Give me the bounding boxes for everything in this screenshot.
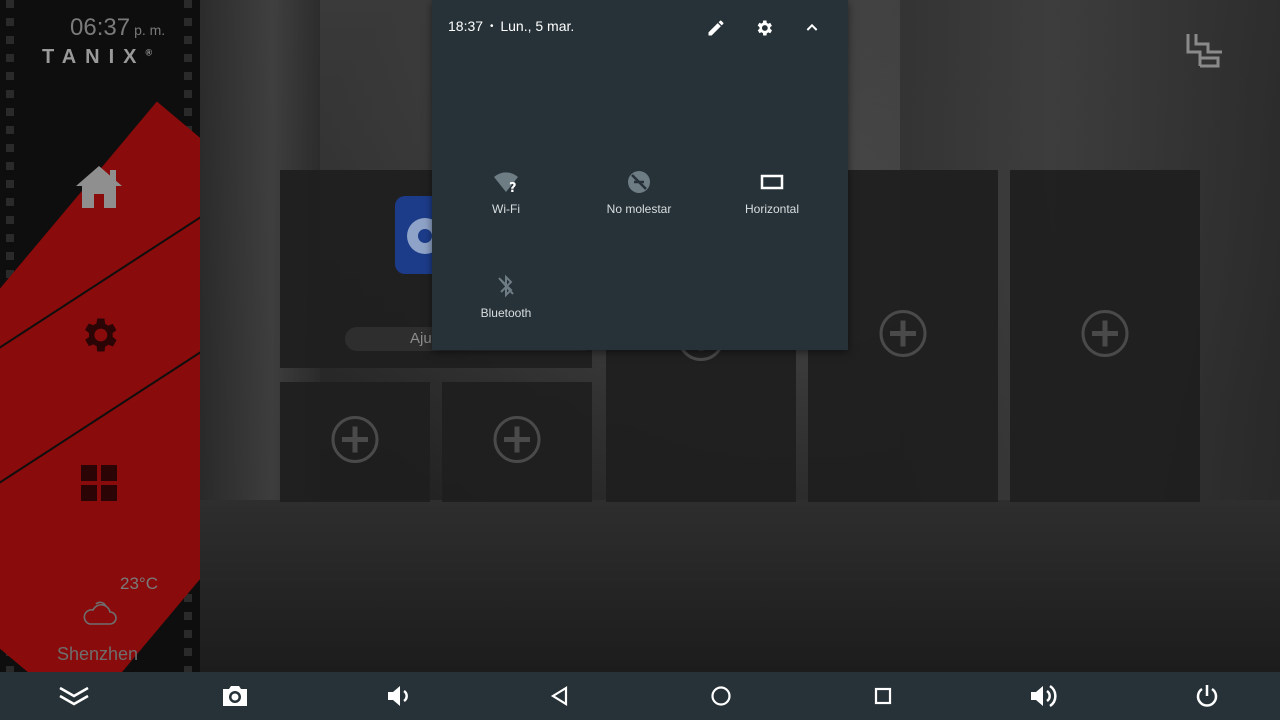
plus-circle-icon (492, 415, 542, 470)
clock-ampm: p. m. (134, 22, 166, 38)
tile-empty[interactable] (280, 382, 430, 502)
brand-logo: TANIX® (42, 46, 152, 69)
qs-tile-label: Horizontal (744, 202, 800, 216)
svg-text:?: ? (509, 181, 517, 194)
volume-down-icon[interactable] (382, 680, 414, 712)
power-icon[interactable] (1191, 680, 1223, 712)
home-circle-icon[interactable] (705, 680, 737, 712)
pencil-icon[interactable] (704, 16, 728, 40)
plus-circle-icon (878, 309, 928, 364)
gear-icon[interactable] (752, 16, 776, 40)
qs-tile-rotation[interactable]: Horizontal (712, 168, 832, 216)
qs-separator: • (489, 21, 494, 32)
tile-empty[interactable] (442, 382, 592, 502)
expand-down-icon[interactable] (58, 680, 90, 712)
network-hierarchy-icon[interactable] (1184, 30, 1226, 70)
wallpaper-street (200, 500, 1280, 672)
launcher-sidebar: 06:37 p. m. TANIX® 23°C Shenzhen (0, 0, 200, 672)
weather-city: Shenzhen (57, 644, 139, 664)
quick-settings-panel: 18:37 • Lun., 5 mar. ? Wi-Fi No molestar (432, 0, 848, 350)
qs-tile-do-not-disturb[interactable]: No molestar (579, 168, 699, 216)
wifi-unknown-icon: ? (446, 168, 566, 196)
qs-tile-label: No molestar (606, 202, 672, 216)
qs-tile-label: Bluetooth (480, 306, 532, 320)
volume-up-icon[interactable] (1028, 680, 1060, 712)
home-icon[interactable] (72, 160, 126, 214)
plus-circle-icon (1080, 309, 1130, 364)
cloud-icon (82, 598, 118, 628)
screenshot-camera-icon[interactable] (219, 680, 251, 712)
brand-name: TANIX (42, 46, 146, 68)
qs-tile-label: Wi-Fi (492, 202, 520, 216)
brand-registered-mark: ® (145, 47, 153, 58)
qs-tile-wifi[interactable]: ? Wi-Fi (446, 168, 566, 216)
tile-empty[interactable] (606, 314, 796, 502)
launcher-clock: 06:37 p. m. (70, 14, 165, 42)
weather-temperature: 23°C (120, 574, 158, 593)
landscape-rotation-icon (712, 168, 832, 196)
tile-empty[interactable] (1010, 170, 1200, 502)
chevron-up-icon[interactable] (800, 16, 824, 40)
back-icon[interactable] (544, 680, 576, 712)
plus-circle-icon (330, 415, 380, 470)
bottom-navigation-bar (0, 672, 1280, 720)
qs-tile-bluetooth[interactable]: Bluetooth (446, 272, 566, 320)
recents-square-icon[interactable] (867, 680, 899, 712)
do-not-disturb-icon (579, 168, 699, 196)
qs-time: 18:37 (448, 18, 484, 34)
gear-icon[interactable] (72, 308, 126, 362)
clock-time: 06:37 (70, 14, 131, 41)
qs-status-line: 18:37 • Lun., 5 mar. (448, 18, 574, 34)
bluetooth-off-icon (446, 272, 566, 300)
qs-date: Lun., 5 mar. (500, 18, 575, 34)
apps-grid-icon[interactable] (72, 456, 126, 510)
